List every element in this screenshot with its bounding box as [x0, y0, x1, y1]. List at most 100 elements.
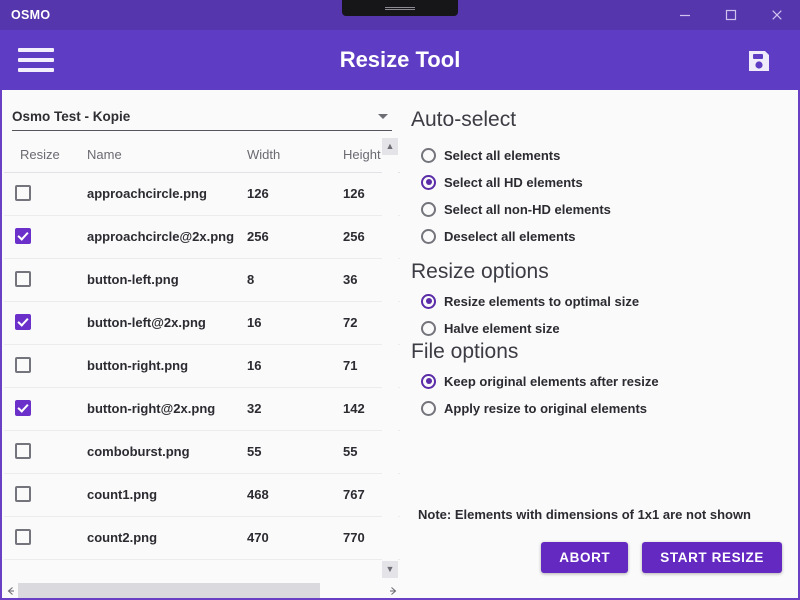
table-row[interactable]: approachcircle@2x.png256256 — [4, 216, 400, 259]
radio-option-label: Resize elements to optimal size — [444, 294, 639, 309]
arrow-right-icon — [388, 586, 398, 596]
column-header-resize[interactable]: Resize — [20, 147, 60, 162]
table-header: Resize Name Width Height — [4, 138, 400, 173]
project-select[interactable]: Osmo Test - Kopie — [12, 103, 392, 131]
table-row[interactable]: count2.png470770 — [4, 517, 400, 560]
scroll-up-button[interactable]: ▲ — [382, 138, 398, 155]
cell-height: 72 — [343, 315, 357, 330]
radio-option-label: Keep original elements after resize — [444, 374, 659, 389]
radio-option-label: Deselect all elements — [444, 229, 576, 244]
cell-width: 126 — [247, 186, 269, 201]
radio-option[interactable]: Keep original elements after resize — [421, 370, 659, 392]
radio-option[interactable]: Resize elements to optimal size — [421, 290, 639, 312]
close-icon — [770, 8, 784, 22]
table-body: approachcircle.png 126 126 approachcircle@2… — [4, 173, 400, 577]
radio-option-label: Select all elements — [444, 148, 560, 163]
radio-indicator-icon — [421, 148, 436, 163]
table-row[interactable]: count1.png468767 — [4, 474, 400, 517]
horizontal-scroll-track[interactable] — [18, 583, 386, 599]
cell-width: 470 — [247, 530, 269, 545]
table-row[interactable]: button-left.png836 — [4, 259, 400, 302]
abort-button[interactable]: ABORT — [541, 542, 628, 573]
radio-option[interactable]: Halve element size — [421, 317, 560, 339]
cell-height: 71 — [343, 358, 357, 373]
window-controls — [662, 0, 800, 30]
project-select-value: Osmo Test - Kopie — [12, 109, 378, 124]
resize-checkbox[interactable] — [15, 486, 31, 502]
radio-option[interactable]: Select all non-HD elements — [421, 198, 611, 220]
table-row[interactable]: button-left@2x.png 16 72 — [4, 302, 400, 345]
cell-height: 767 — [343, 487, 365, 502]
start-resize-button[interactable]: START RESIZE — [642, 542, 782, 573]
cell-height: 126 — [343, 186, 365, 201]
column-header-height[interactable]: Height — [343, 147, 381, 162]
cell-name: comboburst.png — [87, 444, 190, 459]
radio-indicator-icon — [421, 374, 436, 389]
resize-checkbox[interactable] — [15, 314, 31, 330]
cell-name: approachcircle@2x.png — [87, 229, 234, 244]
minimize-button[interactable] — [662, 0, 708, 30]
scroll-left-button[interactable] — [4, 583, 18, 599]
radio-option-label: Select all HD elements — [444, 175, 583, 190]
cell-height: 256 — [343, 229, 365, 244]
table-row[interactable]: button-right.png 16 71 — [4, 345, 400, 388]
file-list-pane: Osmo Test - Kopie Resize Name Width Heig… — [0, 90, 400, 600]
main-content: Osmo Test - Kopie Resize Name Width Heig… — [0, 90, 800, 600]
save-floppy-icon — [746, 48, 772, 74]
cell-name: button-left.png — [87, 272, 179, 287]
resize-checkbox[interactable] — [15, 228, 31, 244]
radio-indicator-icon — [421, 321, 436, 336]
maximize-icon — [724, 8, 738, 22]
maximize-button[interactable] — [708, 0, 754, 30]
resize-checkbox[interactable] — [15, 529, 31, 545]
notch-speaker-icon — [385, 6, 415, 11]
chevron-down-icon: ▼ — [386, 565, 395, 574]
action-buttons: ABORT START RESIZE — [541, 542, 782, 573]
table-row[interactable]: comboburst.png5555 — [4, 431, 400, 474]
cell-name: button-left@2x.png — [87, 315, 206, 330]
resize-checkbox[interactable] — [15, 443, 31, 459]
vertical-scrollbar[interactable]: ▲ ▼ — [382, 138, 398, 578]
radio-indicator-icon — [421, 175, 436, 190]
cell-width: 16 — [247, 315, 261, 330]
page-title: Resize Tool — [0, 30, 800, 90]
radio-option[interactable]: Select all elements — [421, 144, 560, 166]
cell-name: button-right.png — [87, 358, 188, 373]
table-row[interactable]: button-right@2x.png32142 — [4, 388, 400, 431]
cell-width: 16 — [247, 358, 261, 373]
radio-indicator-icon — [421, 294, 436, 309]
radio-option[interactable]: Apply resize to original elements — [421, 397, 647, 419]
resize-checkbox[interactable] — [15, 400, 31, 416]
radio-indicator-icon — [421, 229, 436, 244]
resize-checkbox[interactable] — [15, 357, 31, 373]
cell-name: button-right@2x.png — [87, 401, 215, 416]
screen-notch-overlay — [342, 0, 458, 16]
cell-name: approachcircle.png — [87, 186, 207, 201]
radio-option-label: Select all non-HD elements — [444, 202, 611, 217]
cell-width: 468 — [247, 487, 269, 502]
cell-height: 36 — [343, 272, 357, 287]
resize-checkbox[interactable] — [15, 271, 31, 287]
table-row[interactable]: approachcircle.png 126 126 — [4, 173, 400, 216]
cell-name: count2.png — [87, 530, 157, 545]
note-text: Note: Elements with dimensions of 1x1 ar… — [418, 507, 751, 522]
scroll-right-button[interactable] — [386, 583, 400, 599]
close-button[interactable] — [754, 0, 800, 30]
column-header-width[interactable]: Width — [247, 147, 280, 162]
section-title: File options — [411, 340, 518, 364]
minimize-icon — [678, 8, 692, 22]
window-titlebar: OSMO — [0, 0, 800, 30]
column-header-name[interactable]: Name — [87, 147, 122, 162]
window-title: OSMO — [0, 8, 50, 22]
horizontal-scroll-thumb[interactable] — [18, 583, 320, 599]
elements-table: Resize Name Width Height approachcircle.… — [4, 138, 400, 578]
save-button[interactable] — [746, 48, 772, 74]
radio-option-label: Halve element size — [444, 321, 560, 336]
radio-indicator-icon — [421, 202, 436, 217]
scroll-down-button[interactable]: ▼ — [382, 561, 398, 578]
resize-checkbox[interactable] — [15, 185, 31, 201]
radio-option[interactable]: Select all HD elements — [421, 171, 583, 193]
hamburger-icon[interactable] — [18, 48, 54, 72]
radio-option[interactable]: Deselect all elements — [421, 225, 576, 247]
cell-width: 32 — [247, 401, 261, 416]
